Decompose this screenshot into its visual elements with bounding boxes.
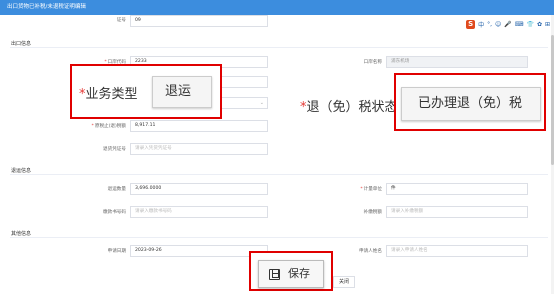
- chevron-down-icon: ⌄: [259, 100, 264, 106]
- zoom-callout-business-type: *业务类型 退运: [70, 64, 222, 119]
- unit-field[interactable]: 件: [386, 183, 528, 195]
- serial-field[interactable]: 09: [130, 15, 268, 27]
- tax-amount-field[interactable]: 8,917.11: [130, 120, 268, 132]
- tax-status-value[interactable]: 已办理退（免）税: [401, 87, 541, 121]
- business-type-label: *业务类型: [79, 87, 138, 102]
- voucher-label: 退货凭证号: [103, 147, 126, 152]
- sogou-logo-icon: S: [466, 19, 476, 29]
- zoom-callout-tax-status: 已办理退（免）税: [394, 73, 546, 131]
- ime-flower-icon[interactable]: ✿: [537, 21, 542, 28]
- save-button[interactable]: 保存: [258, 260, 324, 288]
- ime-punctuation-icon[interactable]: °,: [487, 21, 492, 28]
- window-title: 出口货物已补税/未退税证明编辑: [0, 0, 554, 15]
- ime-toolbar[interactable]: S 中 °, ☺ 🎤 ⌨ 👕 ✿ ⊞: [466, 18, 550, 30]
- section-divider: [10, 174, 548, 175]
- ime-grid-icon[interactable]: ⊞: [545, 21, 550, 28]
- date-label: 申请日期: [107, 249, 126, 254]
- tax-paid-field[interactable]: 请录入补缴税额: [386, 206, 528, 218]
- applicant-label: 申请人姓名: [359, 249, 382, 254]
- customs-no-label: 缴款书号码: [103, 210, 126, 215]
- port-name-label: 口岸名称: [363, 60, 382, 65]
- date-field[interactable]: 2023-09-26: [130, 245, 268, 257]
- zoom-callout-save: 保存: [249, 251, 333, 291]
- save-button-label: 保存: [288, 267, 310, 280]
- tax-amount-label: *原税止(退)税额: [91, 124, 126, 129]
- serial-label: 证号: [116, 18, 126, 23]
- qty-field[interactable]: 3,696.0000: [130, 183, 268, 195]
- business-type-value[interactable]: 退运: [152, 76, 212, 108]
- section-return: 退运信息: [11, 168, 32, 174]
- tax-paid-label: 补缴税额: [363, 210, 382, 215]
- ime-emoji-icon[interactable]: ☺: [495, 21, 501, 28]
- ime-keyboard-icon[interactable]: ⌨: [515, 21, 524, 28]
- section-export: 出口信息: [11, 41, 32, 47]
- close-button[interactable]: 关闭: [333, 276, 355, 288]
- voucher-field[interactable]: 请录入凭货凭证号: [130, 143, 268, 155]
- customs-no-field[interactable]: 请录入缴款书号码: [130, 206, 268, 218]
- ime-skin-icon[interactable]: 👕: [526, 21, 533, 28]
- applicant-field[interactable]: 请录入申请人姓名: [386, 245, 528, 257]
- ime-chinese-mode[interactable]: 中: [478, 20, 484, 29]
- section-other: 其他信息: [11, 231, 32, 237]
- qty-label: 退运数量: [107, 187, 126, 192]
- save-icon: [269, 268, 280, 280]
- section-divider: [10, 47, 548, 48]
- ime-voice-icon[interactable]: 🎤: [504, 21, 511, 28]
- section-divider: [10, 237, 548, 238]
- unit-label: *计量单位: [360, 187, 382, 192]
- port-name-field: 浦东机场: [386, 56, 528, 68]
- tax-status-label: *退（免）税状态: [300, 100, 398, 115]
